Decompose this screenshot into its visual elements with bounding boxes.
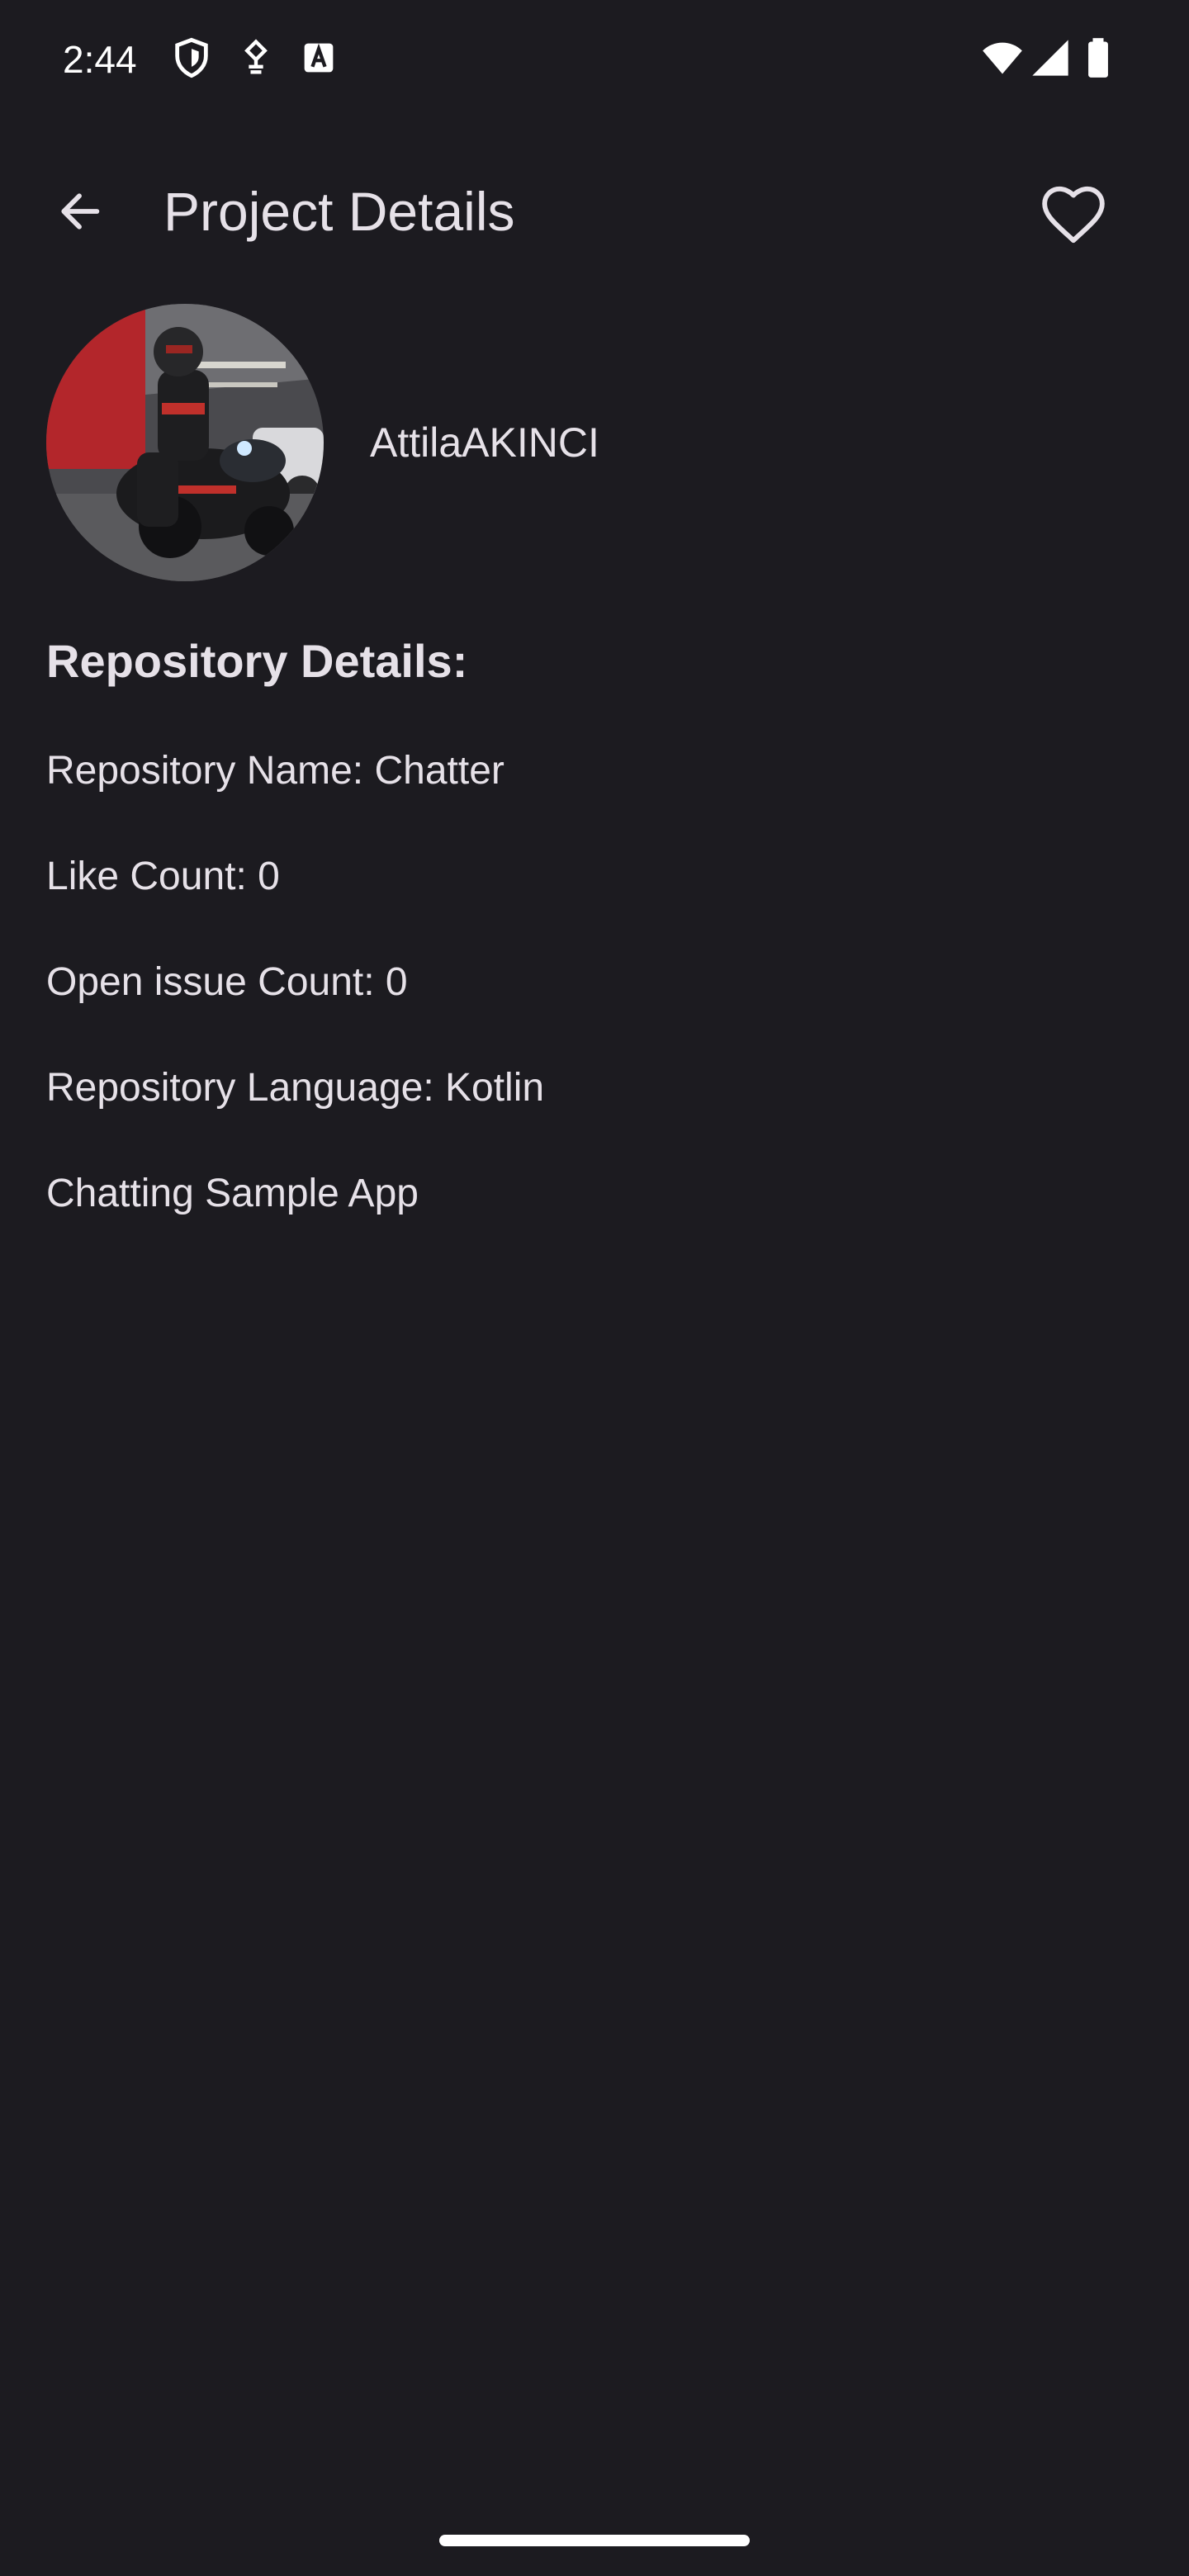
like-count: Like Count: 0 <box>46 855 280 898</box>
page-title: Project Details <box>163 181 515 242</box>
repository-description: Chatting Sample App <box>46 1172 419 1215</box>
heart-outline-icon <box>1042 186 1105 244</box>
keyboard-a-icon <box>297 36 340 79</box>
gesture-nav-handle[interactable] <box>439 2535 750 2546</box>
owner-name: AttilaAKINCI <box>370 419 599 466</box>
favorite-button[interactable] <box>1030 172 1116 258</box>
status-time: 2:44 <box>63 38 137 81</box>
repository-name: Repository Name: Chatter <box>46 749 504 793</box>
shield-icon <box>170 36 213 79</box>
signal-icon <box>1029 36 1072 79</box>
arrow-back-icon <box>61 193 100 230</box>
back-button[interactable] <box>40 172 119 251</box>
wifi-icon <box>981 36 1024 79</box>
debug-icon <box>234 36 277 79</box>
app-bar: Project Details <box>0 162 1189 261</box>
open-issue-count: Open issue Count: 0 <box>46 960 408 1004</box>
status-bar: 2:44 <box>0 0 1189 116</box>
owner-avatar <box>46 304 324 581</box>
repository-language: Repository Language: Kotlin <box>46 1066 545 1110</box>
repository-details-heading: Repository Details: <box>46 635 468 687</box>
avatar-photo <box>46 304 324 581</box>
battery-icon <box>1077 36 1120 79</box>
